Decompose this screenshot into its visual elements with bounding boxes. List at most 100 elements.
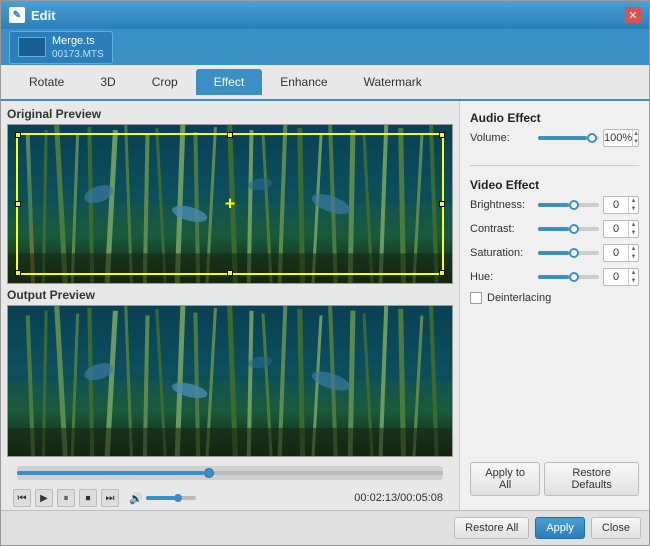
volume-value-box: 100% ▲ ▼ xyxy=(603,129,639,147)
tab-rotate[interactable]: Rotate xyxy=(11,69,82,95)
tab-watermark[interactable]: Watermark xyxy=(346,69,440,95)
brightness-track[interactable] xyxy=(538,203,599,207)
window-title: Edit xyxy=(31,8,625,23)
saturation-slider-container: 0 ▲ ▼ xyxy=(538,244,639,262)
crop-handle-tl[interactable] xyxy=(15,132,21,138)
crop-handle-tr[interactable] xyxy=(439,132,445,138)
volume-spin: ▲ ▼ xyxy=(632,130,639,146)
saturation-row: Saturation: 0 ▲ ▼ xyxy=(470,244,639,262)
saturation-thumb[interactable] xyxy=(569,248,579,258)
crosshair: + xyxy=(225,194,236,215)
playback-controls: ⏮ ▶ ⏸ ⏹ ⏭ 🔊 00:02:13/00:05:08 xyxy=(7,486,453,510)
brightness-label: Brightness: xyxy=(470,199,538,211)
audio-effect-title: Audio Effect xyxy=(470,111,639,125)
right-panel: Audio Effect Volume: 100% ▲ ▼ xyxy=(459,101,649,510)
saturation-label: Saturation: xyxy=(470,247,538,259)
contrast-track[interactable] xyxy=(538,227,599,231)
output-preview-label: Output Preview xyxy=(7,288,453,302)
brightness-spin-up[interactable]: ▲ xyxy=(629,197,638,205)
edit-window: ✎ Edit ✕ Merge.ts 00173.MTS Rotate 3D Cr… xyxy=(0,0,650,546)
saturation-track[interactable] xyxy=(538,251,599,255)
contrast-row: Contrast: 0 ▲ ▼ xyxy=(470,220,639,238)
file-item[interactable]: Merge.ts 00173.MTS xyxy=(9,31,113,64)
brightness-spin-down[interactable]: ▼ xyxy=(629,205,638,213)
saturation-spin-up[interactable]: ▲ xyxy=(629,245,638,253)
saturation-spin-down[interactable]: ▼ xyxy=(629,253,638,261)
hue-spin-down[interactable]: ▼ xyxy=(629,277,638,285)
crop-handle-bc[interactable] xyxy=(227,270,233,276)
hue-spin-up[interactable]: ▲ xyxy=(629,269,638,277)
tab-crop[interactable]: Crop xyxy=(134,69,196,95)
output-preview-box xyxy=(7,305,453,457)
apply-to-all-button[interactable]: Apply to All xyxy=(470,462,540,496)
volume-thumb[interactable] xyxy=(174,494,182,502)
contrast-spin-down[interactable]: ▼ xyxy=(629,229,638,237)
hue-track[interactable] xyxy=(538,275,599,279)
volume-thumb-h[interactable] xyxy=(587,133,597,143)
close-button[interactable]: ✕ xyxy=(625,7,641,23)
volume-spin-down[interactable]: ▼ xyxy=(633,138,639,146)
skip-back-button[interactable]: ⏮ xyxy=(13,489,31,507)
crop-handle-br[interactable] xyxy=(439,270,445,276)
tab-effect[interactable]: Effect xyxy=(196,69,262,95)
spacer xyxy=(470,312,639,454)
timeline-slider[interactable] xyxy=(17,466,443,480)
hue-spin: ▲ ▼ xyxy=(628,269,638,285)
brightness-value-box: 0 ▲ ▼ xyxy=(603,196,639,214)
contrast-thumb[interactable] xyxy=(569,224,579,234)
volume-label: Volume: xyxy=(470,132,538,144)
file-name-2: 00173.MTS xyxy=(52,49,104,60)
brightness-thumb[interactable] xyxy=(569,200,579,210)
secondary-buttons: Apply to All Restore Defaults xyxy=(470,462,639,496)
hue-thumb[interactable] xyxy=(569,272,579,282)
contrast-spin-up[interactable]: ▲ xyxy=(629,221,638,229)
preview-panel: Original Preview xyxy=(1,101,459,510)
timeline-thumb[interactable] xyxy=(204,468,214,478)
hue-value: 0 xyxy=(604,268,628,286)
deinterlacing-row: Deinterlacing xyxy=(470,292,639,304)
volume-spin-up[interactable]: ▲ xyxy=(633,130,639,138)
time-display: 00:02:13/00:05:08 xyxy=(354,492,447,504)
main-content: Original Preview xyxy=(1,101,649,510)
close-button-footer[interactable]: Close xyxy=(591,517,641,539)
tab-enhance[interactable]: Enhance xyxy=(262,69,345,95)
timeline-track xyxy=(17,471,443,475)
timeline-progress xyxy=(17,471,204,475)
title-bar: ✎ Edit ✕ xyxy=(1,1,649,29)
output-section: Output Preview xyxy=(7,284,453,510)
footer-bar: Restore All Apply Close xyxy=(1,510,649,545)
tab-3d[interactable]: 3D xyxy=(82,69,133,95)
deinterlacing-checkbox[interactable] xyxy=(470,292,482,304)
contrast-slider-container: 0 ▲ ▼ xyxy=(538,220,639,238)
crop-handle-tc[interactable] xyxy=(227,132,233,138)
volume-track[interactable] xyxy=(538,136,599,140)
volume-icon: 🔊 xyxy=(129,492,143,505)
restore-all-button[interactable]: Restore All xyxy=(454,517,529,539)
saturation-value: 0 xyxy=(604,244,628,262)
tabs-bar: Rotate 3D Crop Effect Enhance Watermark xyxy=(1,65,649,101)
hue-slider-container: 0 ▲ ▼ xyxy=(538,268,639,286)
volume-area: 🔊 xyxy=(129,492,196,505)
output-video-content xyxy=(8,306,452,456)
crop-handle-ml[interactable] xyxy=(15,201,21,207)
contrast-value-box: 0 ▲ ▼ xyxy=(603,220,639,238)
restore-defaults-button[interactable]: Restore Defaults xyxy=(544,462,639,496)
brightness-slider-container: 0 ▲ ▼ xyxy=(538,196,639,214)
hue-row: Hue: 0 ▲ ▼ xyxy=(470,268,639,286)
app-icon: ✎ xyxy=(9,7,25,23)
play-button[interactable]: ▶ xyxy=(35,489,53,507)
apply-button[interactable]: Apply xyxy=(535,517,585,539)
volume-slider[interactable] xyxy=(146,496,196,500)
file-name-1: Merge.ts xyxy=(52,35,104,47)
volume-value: 100% xyxy=(604,129,632,147)
crop-handle-bl[interactable] xyxy=(15,270,21,276)
crop-handle-mr[interactable] xyxy=(439,201,445,207)
stop-button[interactable]: ⏹ xyxy=(79,489,97,507)
skip-forward-button[interactable]: ⏭ xyxy=(101,489,119,507)
pause-button[interactable]: ⏸ xyxy=(57,489,75,507)
contrast-value: 0 xyxy=(604,220,628,238)
saturation-spin: ▲ ▼ xyxy=(628,245,638,261)
hue-value-box: 0 ▲ ▼ xyxy=(603,268,639,286)
audio-effect-section: Audio Effect Volume: 100% ▲ ▼ xyxy=(470,111,639,153)
contrast-spin: ▲ ▼ xyxy=(628,221,638,237)
